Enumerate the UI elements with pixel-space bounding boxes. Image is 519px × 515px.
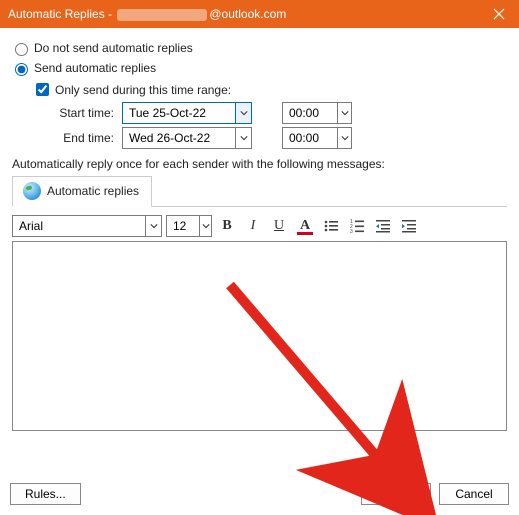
numbered-list-button[interactable]: 1 2 3 bbox=[346, 215, 368, 237]
instruction-text: Automatically reply once for each sender… bbox=[12, 157, 507, 171]
chevron-down-icon bbox=[240, 109, 248, 117]
radio-send-auto[interactable]: Send automatic replies bbox=[10, 60, 509, 76]
ok-button[interactable]: OK bbox=[361, 483, 431, 505]
title-suffix: @outlook.com bbox=[209, 7, 286, 21]
start-date-input[interactable] bbox=[123, 103, 235, 123]
checkbox-time-range-label: Only send during this time range: bbox=[55, 83, 231, 97]
radio-do-not-send[interactable]: Do not send automatic replies bbox=[10, 40, 509, 56]
font-size-input[interactable] bbox=[167, 216, 199, 236]
tab-label: Automatic replies bbox=[47, 184, 139, 198]
font-color-button[interactable]: A bbox=[294, 215, 316, 237]
cancel-button[interactable]: Cancel bbox=[439, 483, 509, 505]
underline-button[interactable]: U bbox=[268, 215, 290, 237]
start-time-input[interactable] bbox=[283, 103, 337, 123]
bulleted-list-button[interactable] bbox=[320, 215, 342, 237]
checkbox-time-range[interactable]: Only send during this time range: bbox=[32, 80, 509, 99]
close-button[interactable] bbox=[479, 0, 519, 28]
italic-button[interactable]: I bbox=[242, 215, 264, 237]
close-icon bbox=[493, 8, 505, 20]
end-date-dropdown[interactable] bbox=[235, 128, 251, 148]
end-date-combo[interactable] bbox=[122, 127, 252, 149]
message-editor[interactable] bbox=[12, 241, 507, 431]
increase-indent-button[interactable] bbox=[398, 215, 420, 237]
rules-button[interactable]: Rules... bbox=[10, 483, 81, 505]
font-size-dropdown[interactable] bbox=[199, 216, 211, 236]
increase-indent-icon bbox=[401, 218, 417, 234]
end-time-input[interactable] bbox=[283, 128, 337, 148]
checkbox-time-range-input[interactable] bbox=[36, 83, 49, 96]
chevron-down-icon bbox=[341, 109, 349, 117]
start-time-combo[interactable] bbox=[282, 102, 352, 124]
tab-automatic-replies[interactable]: Automatic replies bbox=[12, 176, 152, 207]
start-date-dropdown[interactable] bbox=[235, 103, 251, 123]
radio-send-auto-input[interactable] bbox=[15, 63, 28, 76]
redacted-account bbox=[117, 9, 207, 21]
globe-icon bbox=[23, 182, 41, 200]
decrease-indent-icon bbox=[375, 218, 391, 234]
bulleted-list-icon bbox=[323, 218, 339, 234]
end-time-combo[interactable] bbox=[282, 127, 352, 149]
numbered-list-icon: 1 2 3 bbox=[349, 218, 365, 234]
font-family-combo[interactable] bbox=[12, 215, 162, 237]
start-date-combo[interactable] bbox=[122, 102, 252, 124]
font-family-input[interactable] bbox=[13, 216, 145, 236]
decrease-indent-button[interactable] bbox=[372, 215, 394, 237]
chevron-down-icon bbox=[150, 222, 158, 230]
svg-text:3: 3 bbox=[350, 229, 353, 234]
end-time-dropdown[interactable] bbox=[337, 128, 351, 148]
radio-send-auto-label: Send automatic replies bbox=[34, 61, 156, 75]
radio-do-not-send-label: Do not send automatic replies bbox=[34, 41, 193, 55]
chevron-down-icon bbox=[202, 222, 210, 230]
font-size-combo[interactable] bbox=[166, 215, 212, 237]
start-time-label: Start time: bbox=[52, 106, 122, 120]
bold-button[interactable]: B bbox=[216, 215, 238, 237]
titlebar: Automatic Replies - @outlook.com bbox=[0, 0, 519, 28]
chevron-down-icon bbox=[341, 134, 349, 142]
end-time-label: End time: bbox=[52, 131, 122, 145]
font-family-dropdown[interactable] bbox=[145, 216, 161, 236]
end-date-input[interactable] bbox=[123, 128, 235, 148]
start-time-dropdown[interactable] bbox=[337, 103, 351, 123]
radio-do-not-send-input[interactable] bbox=[15, 43, 28, 56]
window-title: Automatic Replies - @outlook.com bbox=[8, 7, 479, 21]
title-prefix: Automatic Replies - bbox=[8, 7, 115, 21]
chevron-down-icon bbox=[240, 134, 248, 142]
